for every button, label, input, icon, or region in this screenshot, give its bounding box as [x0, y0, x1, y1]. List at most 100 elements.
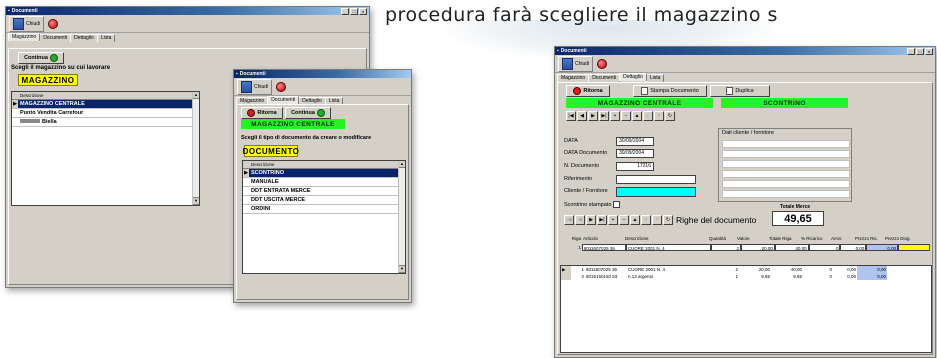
list-item[interactable]: ▶ SCONTRINO	[243, 169, 405, 178]
minimize-button[interactable]: _	[907, 48, 915, 55]
next-row-button[interactable]: ▶	[586, 215, 596, 225]
cliente-label: Cliente / Fornitore	[564, 188, 608, 194]
record-icon[interactable]	[276, 81, 287, 92]
window-controls: _ □ ×	[341, 8, 367, 15]
tab-dettaglio[interactable]: Dettaglio	[619, 73, 647, 81]
totale-label: Totale Merce	[780, 204, 811, 210]
tab-strip: Magazzino Documenti Dettaglio Lista	[6, 33, 369, 42]
tab-lista[interactable]: Lista	[96, 34, 116, 42]
first-row-button[interactable]: |◀	[564, 215, 574, 225]
add-row-button[interactable]: +	[608, 215, 618, 225]
close-button[interactable]: Chiudi	[9, 15, 45, 32]
titlebar[interactable]: ▪ Documenti	[234, 70, 411, 78]
close-window-button[interactable]: ×	[925, 48, 933, 55]
refresh-button[interactable]: ↻	[665, 111, 675, 121]
cliente-field[interactable]	[616, 187, 696, 197]
rif-field[interactable]	[616, 175, 696, 184]
print-document-button[interactable]: Stampa Documento	[633, 85, 707, 97]
close-button[interactable]: Chiudi	[558, 55, 594, 72]
list-item[interactable]: ▶ MAGAZZINO CENTRALE	[12, 100, 199, 109]
titlebar[interactable]: ▪ Documenti _ □ ×	[6, 7, 369, 15]
door-icon	[562, 57, 573, 70]
edit-row-button[interactable]: ▲	[630, 215, 640, 225]
edit-record-button[interactable]: ▲	[632, 111, 642, 121]
duplicate-button[interactable]: Duplica	[710, 85, 770, 97]
back-button[interactable]: Ritorna	[566, 85, 610, 97]
titlebar[interactable]: ▪ Documenti _ □ ×	[555, 47, 935, 55]
scroll-up-icon[interactable]: ▲	[193, 92, 199, 99]
duplicate-label: Duplica	[735, 88, 754, 94]
redacted-text	[20, 119, 40, 123]
tab-magazzino[interactable]: Magazzino	[557, 74, 590, 82]
store-grid: Descrizione ▶ MAGAZZINO CENTRALE Punto Ve…	[11, 91, 200, 206]
scroll-down-icon[interactable]: ▼	[399, 265, 405, 273]
first-record-button[interactable]: |◀	[566, 111, 576, 121]
maximize-button[interactable]: □	[916, 48, 924, 55]
data-doc-field[interactable]: 30/09/2004	[616, 149, 654, 158]
n-doc-field[interactable]: 17216	[616, 162, 654, 171]
prev-row-button[interactable]: ◀	[575, 215, 585, 225]
app-icon: ▪	[557, 48, 559, 54]
add-record-button[interactable]: +	[610, 111, 620, 121]
tab-lista[interactable]: Lista	[645, 74, 665, 82]
go-icon	[49, 54, 58, 62]
toolbar: Chiudi	[555, 55, 935, 73]
edit-row[interactable]: 1 8011607025 36 CUORE 2001 N. 4 2 20,00 …	[558, 244, 931, 251]
minimize-button[interactable]: _	[341, 8, 349, 15]
list-item[interactable]: MANUALE	[243, 178, 405, 187]
print-label: Stampa Documento	[650, 88, 699, 94]
customer-line	[722, 140, 850, 148]
vertical-scrollbar[interactable]: ▲ ▼	[398, 161, 405, 273]
list-item[interactable]: DDT ENTRATA MERCE	[243, 187, 405, 196]
save-record-button[interactable]: ✓	[643, 111, 653, 121]
data-field[interactable]: 30/09/2004	[616, 137, 654, 146]
continue-button[interactable]: Continua	[18, 52, 64, 64]
delete-row-button[interactable]: −	[619, 215, 629, 225]
record-icon[interactable]	[48, 18, 59, 29]
toolbar: Chiudi	[6, 15, 369, 33]
customer-box: Dati cliente / fornitore	[718, 128, 852, 202]
delete-record-button[interactable]: −	[621, 111, 631, 121]
tab-strip: Magazzino Documenti Dettaglio Lista	[555, 73, 935, 82]
last-record-button[interactable]: ▶|	[599, 111, 609, 121]
cancel-record-button[interactable]: ×	[654, 111, 664, 121]
tab-documenti[interactable]: Documenti	[588, 74, 621, 82]
scontrino-label: Scontrino stampato	[564, 202, 612, 208]
next-record-button[interactable]: ▶	[588, 111, 598, 121]
close-label: Chiudi	[26, 20, 41, 27]
list-item[interactable]: Punto Vendita Carrefour	[12, 109, 199, 118]
continue-button[interactable]: Continua	[285, 107, 331, 119]
maximize-button[interactable]: □	[350, 8, 358, 15]
save-row-button[interactable]: ✓	[641, 215, 651, 225]
table-row[interactable]: ▶ 1 8011607025 36 CUORE 2001 N. 4 2 20,0…	[561, 266, 931, 273]
tab-documenti[interactable]: Documenti	[39, 34, 72, 42]
row-pointer-icon: ▶	[561, 266, 571, 273]
app-icon: ▪	[236, 71, 238, 77]
close-button[interactable]: Chiudi	[237, 78, 273, 95]
list-item[interactable]: ORDINI	[243, 205, 405, 214]
scontrino-checkbox[interactable]	[613, 201, 620, 208]
list-item[interactable]: DDT USCITA MERCE	[243, 196, 405, 205]
row-pointer-icon: ▶	[12, 100, 18, 108]
rif-label: Riferimento	[564, 176, 593, 182]
vertical-scrollbar[interactable]: ▲ ▼	[192, 92, 199, 205]
last-row-button[interactable]: ▶|	[597, 215, 607, 225]
back-icon	[247, 109, 256, 117]
edit-grid-header: Riga Articolo Descrizione Quantità Valor…	[558, 235, 930, 242]
list-item[interactable]: Biella	[12, 118, 199, 127]
edit-row-grid: Riga Articolo Descrizione Quantità Valor…	[558, 235, 931, 261]
cancel-row-button[interactable]: ×	[652, 215, 662, 225]
record-navigator: |◀ ◀ ▶ ▶| + − ▲ ✓ × ↻	[566, 111, 676, 121]
prev-record-button[interactable]: ◀	[577, 111, 587, 121]
table-row[interactable]: 2 8015150150 93 n.13 argento 1 9,65 9,65…	[561, 273, 931, 280]
tab-dettaglio[interactable]: Dettaglio	[70, 34, 98, 42]
tab-magazzino[interactable]: Magazzino	[8, 33, 41, 41]
tab-documenti[interactable]: Documenti	[267, 96, 300, 104]
scroll-up-icon[interactable]: ▲	[399, 161, 405, 168]
printer-icon	[641, 87, 649, 95]
record-icon[interactable]	[597, 58, 608, 69]
back-button[interactable]: Ritorna	[241, 107, 283, 119]
scroll-down-icon[interactable]: ▼	[193, 197, 199, 205]
refresh-rows-button[interactable]: ↻	[663, 215, 673, 225]
close-window-button[interactable]: ×	[359, 8, 367, 15]
